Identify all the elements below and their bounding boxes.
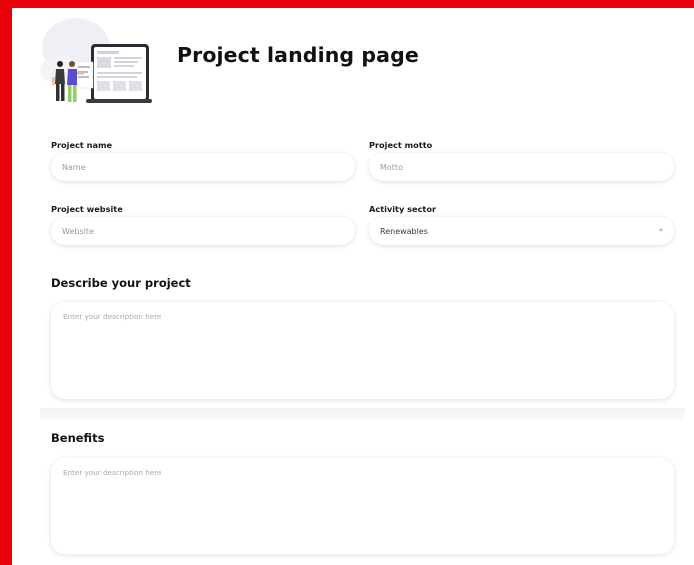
project-website-label: Project website (51, 204, 123, 214)
chevron-down-icon[interactable] (659, 229, 663, 232)
benefits-title: Benefits (51, 431, 105, 445)
activity-sector-value: Renewables (380, 226, 428, 236)
project-motto-input[interactable]: Motto (369, 153, 674, 181)
project-name-placeholder: Name (62, 162, 86, 172)
landing-page-illustration-icon (40, 18, 152, 103)
project-website-input[interactable]: Website (51, 217, 355, 245)
describe-project-textarea[interactable]: Enter your description here (51, 302, 674, 399)
project-motto-label: Project motto (369, 140, 433, 150)
describe-project-title: Describe your project (51, 276, 191, 290)
benefits-placeholder: Enter your description here (63, 468, 162, 477)
project-name-input[interactable]: Name (51, 153, 355, 181)
project-website-placeholder: Website (62, 226, 94, 236)
project-name-label: Project name (51, 140, 113, 150)
describe-project-placeholder: Enter your description here (63, 312, 162, 321)
section-divider (40, 408, 685, 420)
page-title: Project landing page (177, 43, 419, 67)
project-motto-placeholder: Motto (380, 162, 403, 172)
benefits-textarea[interactable]: Enter your description here (51, 458, 674, 554)
activity-sector-label: Activity sector (369, 204, 437, 214)
activity-sector-select[interactable]: Renewables (369, 217, 674, 245)
